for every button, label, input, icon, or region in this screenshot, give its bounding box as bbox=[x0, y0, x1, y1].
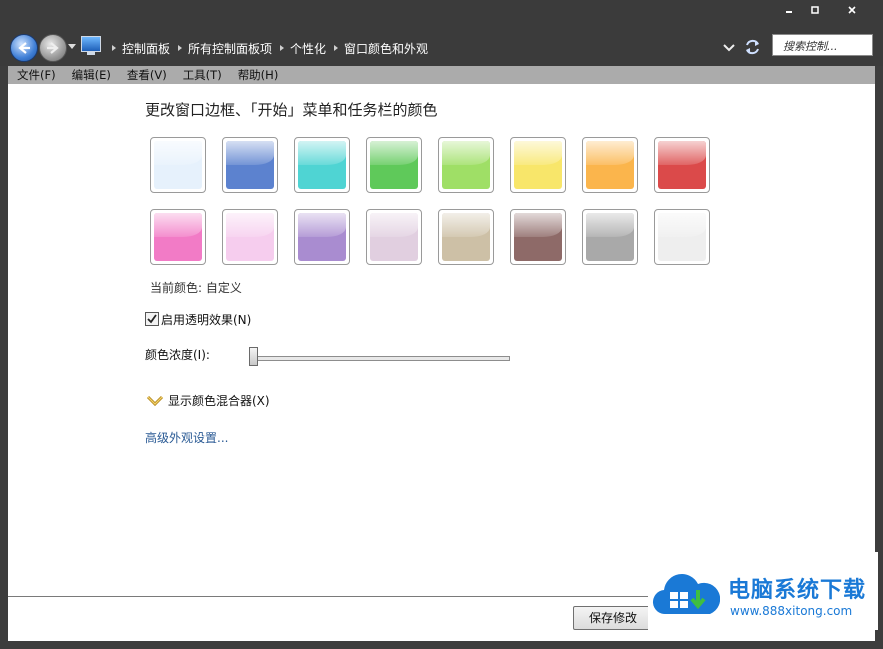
advanced-appearance-link[interactable]: 高级外观设置... bbox=[145, 429, 228, 446]
chevron-down-icon[interactable] bbox=[146, 393, 164, 409]
breadcrumb-separator-icon[interactable] bbox=[178, 45, 183, 51]
breadcrumb: 控制面板 所有控制面板项 个性化 窗口颜色和外观 bbox=[104, 38, 428, 58]
color-swatch[interactable] bbox=[294, 137, 350, 193]
menu-bar: 文件(F) 编辑(E) 查看(V) 工具(T) 帮助(H) bbox=[8, 66, 875, 84]
breadcrumb-control-panel[interactable]: 控制面板 bbox=[122, 40, 170, 57]
color-swatch[interactable] bbox=[366, 209, 422, 265]
search-input[interactable]: 搜索控制... bbox=[772, 34, 873, 56]
refresh-icon[interactable] bbox=[744, 39, 762, 55]
color-swatch[interactable] bbox=[438, 209, 494, 265]
minimize-icon bbox=[786, 11, 792, 13]
color-swatch[interactable] bbox=[654, 137, 710, 193]
breadcrumb-window-color[interactable]: 窗口颜色和外观 bbox=[344, 40, 428, 57]
swatch-gloss bbox=[154, 213, 202, 237]
menu-tools[interactable]: 工具(T) bbox=[183, 67, 222, 83]
color-swatch[interactable] bbox=[654, 209, 710, 265]
breadcrumb-all-items[interactable]: 所有控制面板项 bbox=[188, 40, 272, 57]
address-bar: 控制面板 所有控制面板项 个性化 窗口颜色和外观 搜索控制... bbox=[0, 30, 883, 66]
breadcrumb-separator-icon[interactable] bbox=[334, 45, 339, 51]
swatch-gloss bbox=[226, 141, 274, 165]
swatch-gloss bbox=[586, 213, 634, 237]
swatch-gloss bbox=[442, 213, 490, 237]
color-swatch[interactable] bbox=[510, 137, 566, 193]
menu-help[interactable]: 帮助(H) bbox=[238, 67, 279, 83]
cloud-logo-icon bbox=[653, 574, 720, 615]
color-swatch[interactable] bbox=[222, 137, 278, 193]
swatch-gloss bbox=[586, 141, 634, 165]
intensity-slider-track[interactable] bbox=[250, 356, 510, 361]
color-swatch[interactable] bbox=[510, 209, 566, 265]
arrow-left-icon bbox=[18, 42, 30, 54]
menu-view[interactable]: 查看(V) bbox=[127, 67, 167, 83]
transparency-label[interactable]: 启用透明效果(N) bbox=[161, 311, 251, 328]
intensity-label: 颜色浓度(I): bbox=[145, 348, 210, 362]
content-pane: 更改窗口边框、「开始」菜单和任务栏的颜色 当前颜色: 自定义 启用透明效果(N)… bbox=[8, 84, 875, 596]
color-swatch[interactable] bbox=[582, 209, 638, 265]
swatch-gloss bbox=[298, 141, 346, 165]
breadcrumb-separator-icon[interactable] bbox=[280, 45, 285, 51]
watermark-url: www.888xitong.com bbox=[730, 604, 853, 618]
checkmark-icon bbox=[147, 314, 157, 324]
color-swatch[interactable] bbox=[366, 137, 422, 193]
swatch-gloss bbox=[514, 213, 562, 237]
watermark-title: 电脑系统下载 bbox=[728, 578, 867, 603]
color-swatch[interactable] bbox=[222, 209, 278, 265]
page-title: 更改窗口边框、「开始」菜单和任务栏的颜色 bbox=[145, 101, 438, 119]
maximize-icon bbox=[811, 6, 819, 14]
watermark-logo: 电脑系统下载 www.888xitong.com bbox=[648, 552, 878, 630]
close-button[interactable] bbox=[837, 2, 867, 22]
control-panel-icon bbox=[81, 36, 101, 55]
show-color-mixer[interactable]: 显示颜色混合器(X) bbox=[168, 392, 270, 409]
forward-button[interactable] bbox=[39, 34, 67, 62]
swatch-gloss bbox=[514, 141, 562, 165]
swatch-gloss bbox=[370, 141, 418, 165]
maximize-button[interactable] bbox=[800, 2, 830, 22]
title-bar bbox=[0, 0, 883, 30]
address-dropdown-icon[interactable] bbox=[722, 42, 736, 54]
swatch-gloss bbox=[658, 213, 706, 237]
intensity-slider-thumb[interactable] bbox=[249, 347, 258, 366]
color-swatch[interactable] bbox=[150, 137, 206, 193]
swatch-gloss bbox=[442, 141, 490, 165]
menu-edit[interactable]: 编辑(E) bbox=[72, 67, 111, 83]
current-color-label: 当前颜色: 自定义 bbox=[150, 281, 242, 295]
transparency-checkbox[interactable] bbox=[145, 312, 159, 326]
color-swatch[interactable] bbox=[150, 209, 206, 265]
color-swatch[interactable] bbox=[294, 209, 350, 265]
swatch-gloss bbox=[154, 141, 202, 165]
color-swatch[interactable] bbox=[582, 137, 638, 193]
save-changes-button[interactable]: 保存修改 bbox=[573, 606, 653, 630]
breadcrumb-separator-icon[interactable] bbox=[112, 45, 116, 51]
recent-pages-dropdown[interactable] bbox=[68, 44, 76, 49]
swatch-gloss bbox=[298, 213, 346, 237]
color-swatch[interactable] bbox=[438, 137, 494, 193]
swatch-gloss bbox=[226, 213, 274, 237]
menu-file[interactable]: 文件(F) bbox=[17, 67, 56, 83]
back-button[interactable] bbox=[10, 34, 38, 62]
arrow-right-icon bbox=[47, 42, 59, 54]
breadcrumb-personalization[interactable]: 个性化 bbox=[290, 40, 326, 57]
swatch-gloss bbox=[370, 213, 418, 237]
close-icon bbox=[848, 6, 856, 14]
swatch-gloss bbox=[658, 141, 706, 165]
